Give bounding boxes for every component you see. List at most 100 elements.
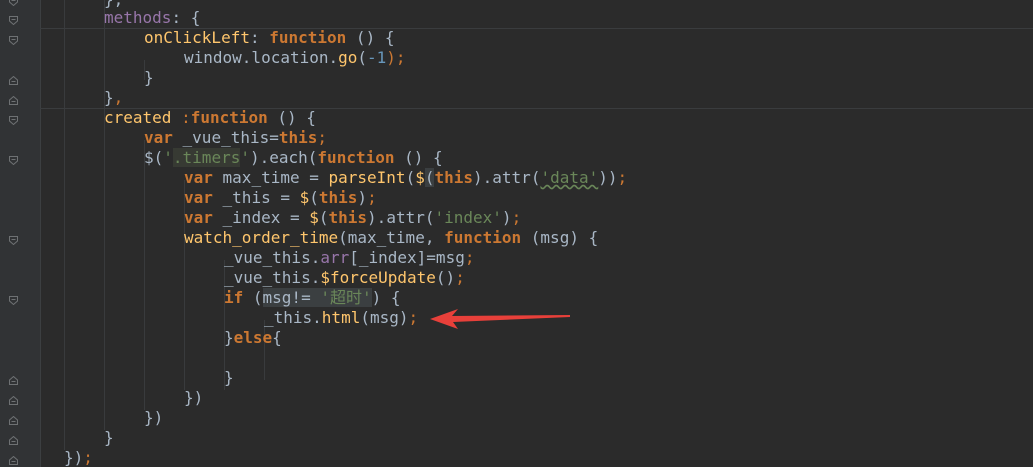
code-line-15[interactable]: if (msg!= '超时') { <box>224 288 401 308</box>
token: _vue_this. <box>224 268 321 287</box>
code-line-14[interactable]: _vue_this.$forceUpdate(); <box>224 268 465 288</box>
token: ) <box>501 208 512 227</box>
token: html <box>321 308 361 327</box>
fold-marker-icon[interactable] <box>9 116 18 125</box>
token: ( <box>243 288 263 307</box>
token: _index = <box>212 208 310 227</box>
code-line-10[interactable]: var _this = $(this); <box>184 188 377 208</box>
code-line-2[interactable]: onClickLeft: function () { <box>144 28 394 48</box>
fold-marker-icon[interactable] <box>9 0 18 6</box>
code-line-21[interactable]: }) <box>144 408 163 428</box>
code-line-16[interactable]: _this.html(msg); <box>264 308 418 328</box>
code-line-23[interactable]: }); <box>64 448 93 467</box>
token: } <box>224 328 234 347</box>
token: function <box>269 28 347 47</box>
token: var <box>184 188 213 207</box>
token: , <box>113 88 124 107</box>
code-line-12[interactable]: watch_order_time(max_time, function (msg… <box>184 228 598 248</box>
token: go <box>338 48 358 67</box>
token: }) <box>144 408 164 427</box>
token: : { <box>171 8 201 27</box>
token: } <box>224 368 234 387</box>
token: } <box>104 88 114 107</box>
token: ( <box>357 48 368 67</box>
code-line-9[interactable]: var max_time = parseInt($(this).attr('da… <box>184 168 627 188</box>
token: }) <box>64 448 84 467</box>
token: : <box>171 108 191 127</box>
code-line-5[interactable]: }, <box>104 88 123 108</box>
indent-guide <box>64 0 65 450</box>
token: created <box>104 108 172 127</box>
token: ( <box>405 168 416 187</box>
token: ; <box>455 268 465 287</box>
token: this <box>318 188 358 207</box>
token: ).attr( <box>367 208 435 227</box>
token: 'index' <box>434 208 502 227</box>
token: ; <box>617 168 628 187</box>
code-editor[interactable]: }, methods: { onClickLeft: function () {… <box>0 0 1033 467</box>
token: () { <box>346 28 395 47</box>
token: $ <box>299 188 310 207</box>
code-line-1[interactable]: methods: { <box>104 8 200 28</box>
token: onClickLeft <box>144 28 250 47</box>
token: ; <box>317 128 328 147</box>
token: else <box>233 328 273 347</box>
code-line-8[interactable]: $('.timers').each(function () { <box>144 148 443 168</box>
token: var <box>184 208 213 227</box>
code-line-4[interactable]: } <box>144 68 154 88</box>
token: ; <box>83 448 93 467</box>
code-line-6[interactable]: created :function () { <box>104 108 316 128</box>
token: $forceUpdate <box>320 268 436 287</box>
token: methods <box>104 8 172 27</box>
token: $ <box>309 208 319 227</box>
fold-marker-icon[interactable] <box>9 236 18 245</box>
token: ( <box>309 188 319 207</box>
indent-guide <box>104 0 105 430</box>
token: parseInt <box>328 168 406 187</box>
token: ( <box>318 208 329 227</box>
token: max_time = <box>212 168 329 187</box>
token: '超时' <box>320 288 372 307</box>
fold-marker-icon[interactable] <box>9 36 18 45</box>
red-arrow-icon <box>428 306 573 334</box>
code-line-7[interactable]: var _vue_this=this; <box>144 128 327 148</box>
fold-marker-icon[interactable] <box>9 396 18 405</box>
fold-marker-icon[interactable] <box>9 16 18 25</box>
code-line-11[interactable]: var _index = $(this).attr('index'); <box>184 208 521 228</box>
token: msg!= <box>262 288 311 307</box>
indent-guide <box>144 140 145 410</box>
token: } <box>144 68 154 87</box>
code-line-22[interactable]: } <box>104 428 114 448</box>
token: _vue_this. <box>224 248 321 267</box>
code-line-17[interactable]: }else{ <box>224 328 282 348</box>
fold-marker-icon[interactable] <box>9 436 18 445</box>
token: -1 <box>367 48 387 67</box>
fold-marker-icon[interactable] <box>9 76 18 85</box>
token: ; <box>511 208 522 227</box>
token: $( <box>144 148 164 167</box>
token: 'data' <box>540 168 599 187</box>
code-line-20[interactable]: }) <box>184 388 203 408</box>
code-line-13[interactable]: _vue_this.arr[_index]=msg; <box>224 248 474 268</box>
token: ).each( <box>249 148 318 167</box>
fold-marker-icon[interactable] <box>9 376 18 385</box>
token: $ <box>415 168 425 187</box>
token: ' <box>240 148 250 167</box>
token: ) { <box>371 288 401 307</box>
token: () { <box>267 108 316 127</box>
editor-gutter <box>0 0 41 467</box>
token <box>310 288 321 307</box>
token: ; <box>408 308 419 327</box>
code-line-19[interactable]: } <box>224 368 234 388</box>
token: ) <box>357 188 368 207</box>
fold-marker-icon[interactable] <box>9 156 18 165</box>
token: .timers <box>172 148 241 167</box>
code-line-3[interactable]: window.location.go(-1); <box>184 48 406 68</box>
fold-marker-icon[interactable] <box>9 296 18 305</box>
token: ; <box>367 188 377 207</box>
token: this <box>278 128 318 147</box>
fold-marker-icon[interactable] <box>9 456 18 465</box>
fold-marker-icon[interactable] <box>9 96 18 105</box>
fold-marker-icon[interactable] <box>9 416 18 425</box>
token: ' <box>163 148 173 167</box>
